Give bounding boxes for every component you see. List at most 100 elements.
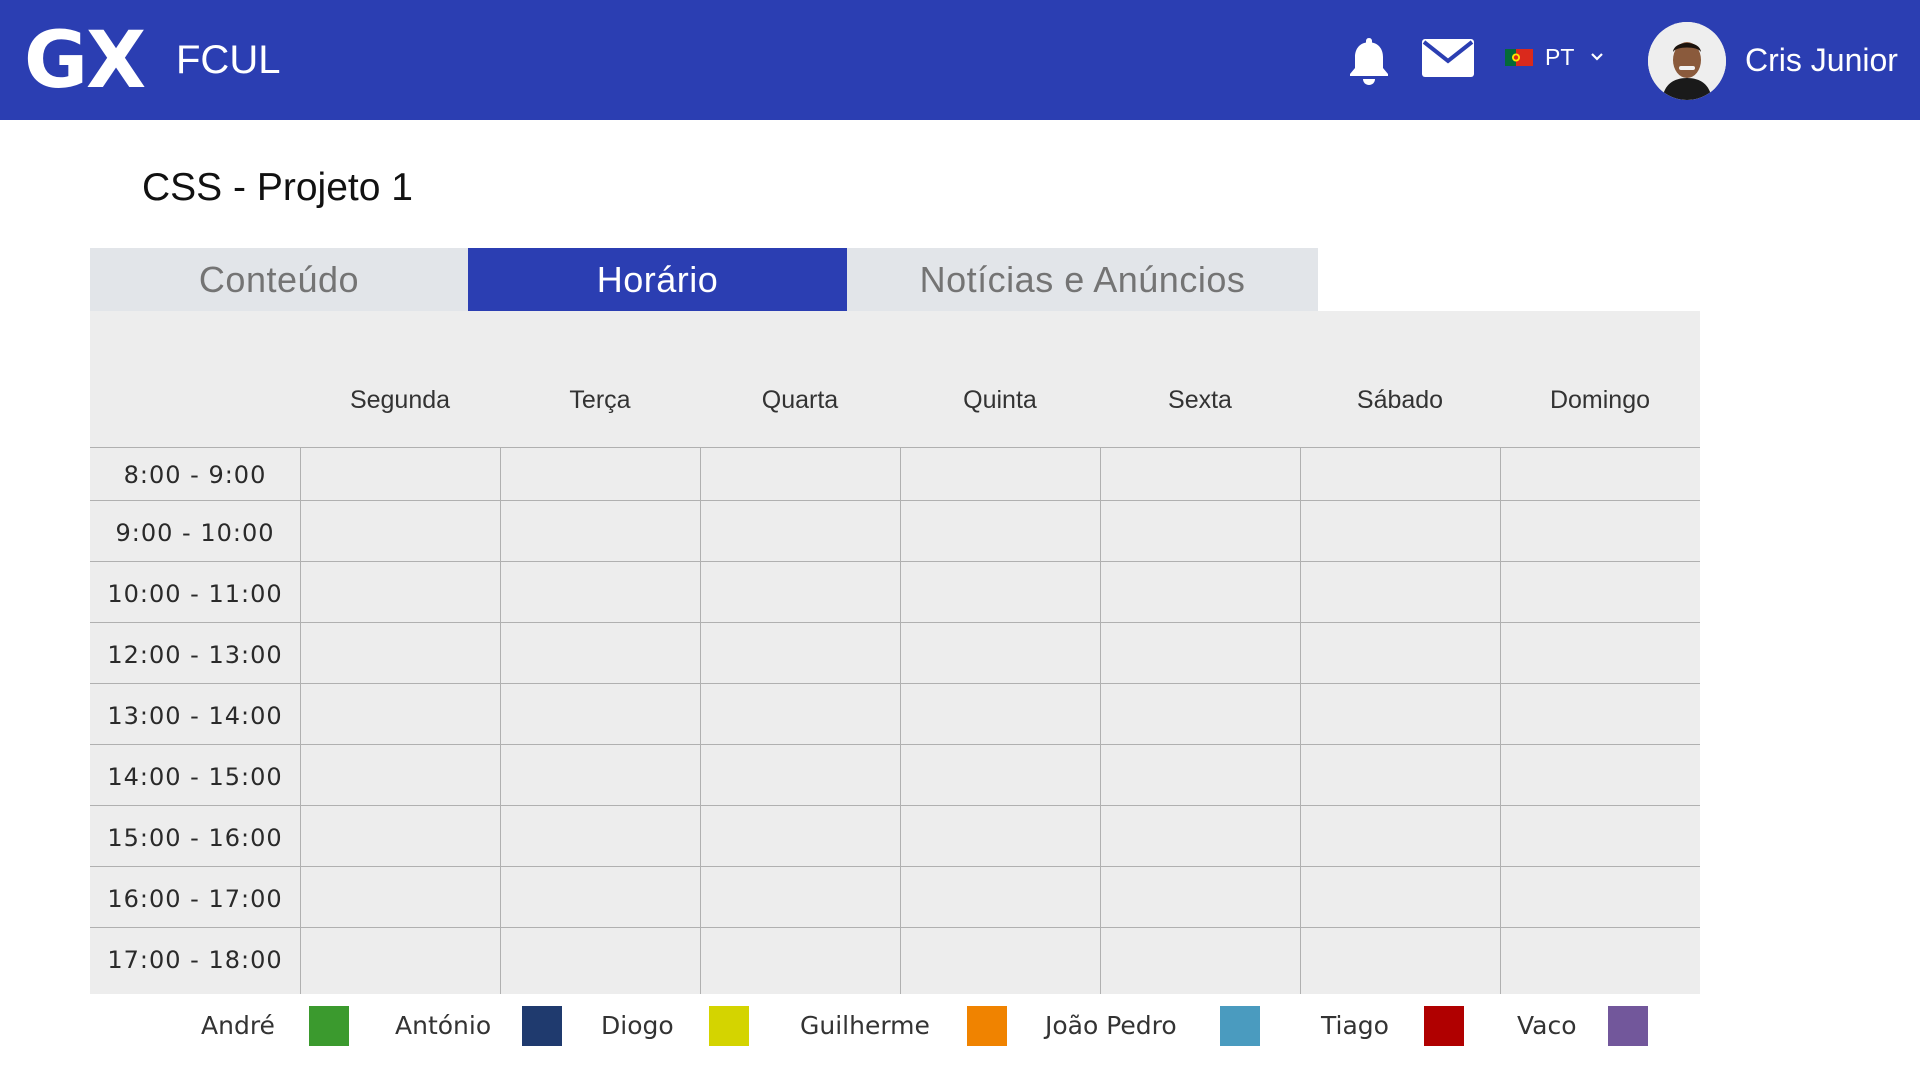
schedule-slot[interactable] <box>301 684 500 744</box>
schedule-slot[interactable] <box>501 623 700 683</box>
tab-noticias-anuncios[interactable]: Notícias e Anúncios <box>847 248 1318 311</box>
schedule-slot[interactable] <box>901 562 1100 622</box>
schedule-slot[interactable] <box>1301 867 1500 927</box>
tab-conteudo[interactable]: Conteúdo <box>90 248 468 311</box>
time-label: 12:00 - 13:00 <box>107 641 283 669</box>
legend-label: Diogo <box>601 1011 674 1040</box>
legend-swatch <box>1424 1006 1464 1046</box>
page-title: CSS - Projeto 1 <box>142 166 413 209</box>
schedule-slot[interactable] <box>901 684 1100 744</box>
schedule-slot[interactable] <box>1101 867 1300 927</box>
schedule-grid: Segunda Terça Quarta Quinta Sexta Sábado… <box>90 311 1700 994</box>
schedule-slot[interactable] <box>501 501 700 561</box>
legend-swatch <box>967 1006 1007 1046</box>
schedule-slot[interactable] <box>1101 806 1300 866</box>
schedule-slot[interactable] <box>1501 684 1700 744</box>
schedule-slot[interactable] <box>1101 448 1300 500</box>
day-header-segunda: Segunda <box>349 386 451 414</box>
schedule-slot[interactable] <box>1101 745 1300 805</box>
legend-swatch <box>309 1006 349 1046</box>
schedule-slot[interactable] <box>701 745 900 805</box>
day-header-sexta: Sexta <box>1168 386 1232 414</box>
schedule-slot[interactable] <box>1301 745 1500 805</box>
schedule-slot[interactable] <box>1501 867 1700 927</box>
schedule-slot[interactable] <box>1301 684 1500 744</box>
schedule-slot[interactable] <box>301 623 500 683</box>
schedule-slot[interactable] <box>501 684 700 744</box>
mail-icon[interactable] <box>1421 38 1475 78</box>
schedule-slot[interactable] <box>501 745 700 805</box>
time-label: 8:00 - 9:00 <box>123 461 267 489</box>
schedule-slot[interactable] <box>901 623 1100 683</box>
legend-label: João Pedro <box>1045 1011 1177 1040</box>
schedule-slot[interactable] <box>1101 623 1300 683</box>
schedule-slot[interactable] <box>501 806 700 866</box>
schedule-slot[interactable] <box>1101 562 1300 622</box>
legend-swatch <box>709 1006 749 1046</box>
schedule-slot[interactable] <box>1301 806 1500 866</box>
day-header-domingo: Domingo <box>1549 386 1651 414</box>
schedule-slot[interactable] <box>1501 623 1700 683</box>
user-avatar[interactable] <box>1648 22 1726 100</box>
time-label: 13:00 - 14:00 <box>107 702 283 730</box>
schedule-slot[interactable] <box>901 928 1100 994</box>
day-header-terca: Terça <box>569 386 631 414</box>
schedule-slot[interactable] <box>701 448 900 500</box>
schedule-slot[interactable] <box>301 745 500 805</box>
schedule-slot[interactable] <box>701 867 900 927</box>
notification-bell-icon[interactable] <box>1346 36 1392 86</box>
time-label: 10:00 - 11:00 <box>107 580 283 608</box>
schedule-slot[interactable] <box>701 928 900 994</box>
schedule-slot[interactable] <box>701 623 900 683</box>
schedule-slot[interactable] <box>701 806 900 866</box>
schedule-slot[interactable] <box>501 928 700 994</box>
schedule-slot[interactable] <box>1301 448 1500 500</box>
schedule-slot[interactable] <box>301 806 500 866</box>
schedule-slot[interactable] <box>1301 623 1500 683</box>
schedule-slot[interactable] <box>1501 928 1700 994</box>
schedule-slot[interactable] <box>701 562 900 622</box>
schedule-slot[interactable] <box>301 928 500 994</box>
time-label: 14:00 - 15:00 <box>107 763 283 791</box>
schedule-slot[interactable] <box>1501 806 1700 866</box>
schedule-slot[interactable] <box>1301 501 1500 561</box>
schedule-slot[interactable] <box>501 448 700 500</box>
schedule-slot[interactable] <box>501 867 700 927</box>
top-navigation-bar: GX FCUL PT Cris Junior <box>0 0 1920 120</box>
schedule-slot[interactable] <box>301 448 500 500</box>
schedule-slot[interactable] <box>1501 501 1700 561</box>
schedule-slot[interactable] <box>1101 928 1300 994</box>
schedule-slot[interactable] <box>1501 562 1700 622</box>
schedule-slot[interactable] <box>1501 745 1700 805</box>
schedule-slot[interactable] <box>901 806 1100 866</box>
schedule-slot[interactable] <box>1301 928 1500 994</box>
gx-logo[interactable]: GX <box>24 22 146 100</box>
user-name[interactable]: Cris Junior <box>1745 42 1898 78</box>
schedule-slot[interactable] <box>901 448 1100 500</box>
schedule-slot[interactable] <box>701 684 900 744</box>
schedule-slot[interactable] <box>701 501 900 561</box>
schedule-slot[interactable] <box>301 562 500 622</box>
legend-label: Guilherme <box>800 1011 930 1040</box>
legend-label: Vaco <box>1517 1011 1577 1040</box>
time-label: 16:00 - 17:00 <box>107 885 283 913</box>
language-selector[interactable]: PT <box>1545 44 1574 70</box>
schedule-slot[interactable] <box>901 501 1100 561</box>
time-label: 17:00 - 18:00 <box>107 946 283 974</box>
legend-swatch <box>1608 1006 1648 1046</box>
schedule-slot[interactable] <box>301 867 500 927</box>
schedule-slot[interactable] <box>901 867 1100 927</box>
legend-label: André <box>201 1011 275 1040</box>
portugal-flag-icon[interactable] <box>1505 49 1533 66</box>
chevron-down-icon[interactable] <box>1590 52 1604 62</box>
schedule-slot[interactable] <box>1301 562 1500 622</box>
schedule-slot[interactable] <box>301 501 500 561</box>
schedule-slot[interactable] <box>1101 684 1300 744</box>
schedule-slot[interactable] <box>1101 501 1300 561</box>
schedule-slot[interactable] <box>901 745 1100 805</box>
schedule-slot[interactable] <box>501 562 700 622</box>
legend-label: António <box>395 1011 492 1040</box>
schedule-slot[interactable] <box>1501 448 1700 500</box>
tab-horario[interactable]: Horário <box>468 248 847 311</box>
day-header-sabado: Sábado <box>1356 386 1444 414</box>
